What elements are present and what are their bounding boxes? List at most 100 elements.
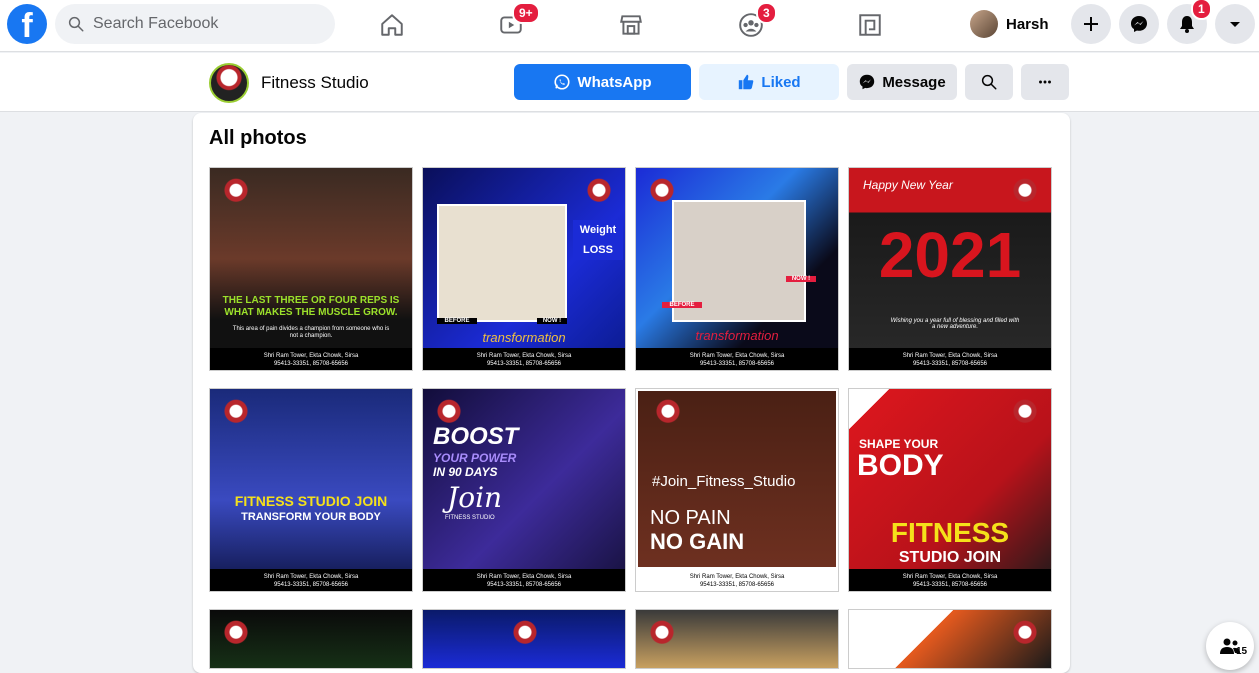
messenger-button[interactable] — [1119, 4, 1159, 44]
search-icon — [981, 74, 997, 90]
create-button[interactable] — [1071, 4, 1111, 44]
photo-footer: Shri Ram Tower, Ekta Chowk, Sirsa 95413-3… — [849, 569, 1051, 591]
whatsapp-button[interactable]: WhatsApp — [514, 64, 691, 100]
photo-subcaption: This area of pain divides a champion fro… — [232, 326, 390, 339]
fitness-studio-logo-icon — [1007, 174, 1043, 210]
search-box[interactable] — [55, 4, 335, 44]
more-options-button[interactable] — [1021, 64, 1069, 100]
phone-text: 95413-33351, 85708-65656 — [912, 361, 988, 367]
more-icon — [1039, 80, 1051, 84]
photo-caption: THE LAST THREE OR FOUR REPS IS WHAT MAKE… — [222, 295, 400, 318]
fitness-studio-logo-icon — [218, 616, 254, 652]
photo-caption: FITNESS STUDIO JOIN — [234, 493, 388, 509]
notifications-button[interactable]: 1 — [1167, 0, 1212, 44]
profile-name: Harsh — [1006, 15, 1049, 33]
profile-chip[interactable]: Harsh — [970, 8, 1059, 40]
plus-icon — [1084, 17, 1098, 31]
photo-tile[interactable] — [209, 609, 413, 669]
photo-subcaption: TRANSFORM YOUR BODY — [241, 511, 381, 523]
photo-line3: IN 90 DAYS — [433, 465, 498, 479]
fitness-studio-logo-icon — [218, 395, 254, 431]
photo-tile[interactable] — [848, 609, 1052, 669]
marketplace-nav-icon[interactable] — [616, 10, 646, 40]
photo-tile[interactable] — [422, 609, 626, 669]
caret-down-icon — [1230, 22, 1240, 27]
gaming-nav-icon[interactable] — [855, 10, 885, 40]
all-photos-card: All photos THE LAST THREE OR FOUR REPS I… — [193, 113, 1070, 673]
photo-tile[interactable]: BOOST YOUR POWER IN 90 DAYS Join FITNESS… — [422, 388, 626, 592]
page-name[interactable]: Fitness Studio — [261, 73, 369, 93]
before-after-photo — [437, 204, 567, 322]
watch-badge: 9+ — [512, 2, 540, 24]
photo-subcaption-2: FITNESS STUDIO — [445, 515, 495, 521]
phone-text: 95413-33351, 85708-65656 — [273, 582, 349, 588]
address-text: Shri Ram Tower, Ekta Chowk, Sirsa — [263, 574, 359, 580]
new-message-button[interactable]: 15 — [1206, 622, 1254, 670]
photo-tile[interactable] — [635, 609, 839, 669]
photo-footer: Shri Ram Tower, Ekta Chowk, Sirsa 95413-3… — [636, 569, 838, 591]
photo-tile[interactable]: Weight LOSS BEFORE NOW ! transformation … — [422, 167, 626, 371]
message-button[interactable]: Message — [847, 64, 957, 100]
facebook-logo-icon[interactable]: f — [7, 4, 47, 44]
photo-footer: Shri Ram Tower, Ekta Chowk, Sirsa 95413-3… — [423, 348, 625, 370]
photo-grid: THE LAST THREE OR FOUR REPS IS WHAT MAKE… — [209, 167, 1053, 669]
phone-text: 95413-33351, 85708-65656 — [486, 582, 562, 588]
photo-subcaption: Join — [447, 481, 503, 514]
photo-caption: transformation — [695, 328, 779, 343]
address-text: Shri Ram Tower, Ekta Chowk, Sirsa — [476, 353, 572, 359]
phone-text: 95413-33351, 85708-65656 — [912, 582, 988, 588]
liked-label: Liked — [761, 73, 801, 91]
photo-tile[interactable]: BEFORE NOW ! transformation Shri Ram Tow… — [635, 167, 839, 371]
photo-footer: Shri Ram Tower, Ekta Chowk, Sirsa 95413-3… — [210, 569, 412, 591]
fitness-studio-logo-icon — [1007, 395, 1043, 431]
account-menu-button[interactable] — [1215, 4, 1255, 44]
photo-tile[interactable]: FITNESS STUDIO JOIN TRANSFORM YOUR BODY … — [209, 388, 413, 592]
photo-caption: #Join_Fitness_Studio — [652, 473, 796, 490]
liked-button[interactable]: Liked — [699, 64, 839, 100]
photo-tile[interactable]: THE LAST THREE OR FOUR REPS IS WHAT MAKE… — [209, 167, 413, 371]
phone-text: 95413-33351, 85708-65656 — [699, 582, 775, 588]
photo-footer: Shri Ram Tower, Ekta Chowk, Sirsa 95413-3… — [636, 348, 838, 370]
photo-footer: Shri Ram Tower, Ekta Chowk, Sirsa 95413-3… — [423, 569, 625, 591]
address-text: Shri Ram Tower, Ekta Chowk, Sirsa — [902, 353, 998, 359]
fitness-studio-logo-icon — [1007, 616, 1043, 652]
phone-text: 95413-33351, 85708-65656 — [486, 361, 562, 367]
page-header-bar: Fitness Studio WhatsApp Liked Message — [0, 53, 1259, 112]
phone-text: 95413-33351, 85708-65656 — [273, 361, 349, 367]
photo-line2: NO PAIN — [650, 507, 731, 529]
photo-caption: BOOST — [433, 423, 519, 450]
notifications-badge: 1 — [1191, 0, 1212, 20]
photo-subcaption: Wishing you a year full of blessing and … — [890, 318, 1020, 330]
fitness-studio-logo-icon — [507, 616, 543, 652]
phone-text: 95413-33351, 85708-65656 — [699, 361, 775, 367]
home-nav-icon[interactable] — [377, 10, 407, 40]
thumbs-up-icon — [739, 74, 754, 90]
photo-line3: FITNESS — [890, 517, 1010, 548]
page-search-button[interactable] — [965, 64, 1013, 100]
avatar — [970, 10, 998, 38]
groups-nav-icon[interactable]: 3 — [736, 2, 777, 40]
photo-subcaption: transformation — [482, 330, 566, 345]
now-label: NOW ! — [786, 276, 816, 282]
whatsapp-icon — [554, 74, 570, 90]
photo-tile[interactable]: Happy New Year 2021 Wishing you a year f… — [848, 167, 1052, 371]
photo-line3: NO GAIN — [650, 529, 745, 554]
watch-nav-icon[interactable]: 9+ — [496, 2, 540, 40]
photo-caption: Weight LOSS — [573, 220, 623, 260]
online-count: 15 — [1236, 646, 1248, 657]
photo-line2: YOUR POWER — [433, 451, 517, 465]
fitness-studio-logo-icon — [581, 174, 617, 210]
address-text: Shri Ram Tower, Ekta Chowk, Sirsa — [689, 574, 785, 580]
address-text: Shri Ram Tower, Ekta Chowk, Sirsa — [476, 574, 572, 580]
messenger-icon — [1131, 16, 1147, 32]
fitness-studio-logo-icon — [644, 616, 680, 652]
photo-tile[interactable]: #Join_Fitness_Studio NO PAIN NO GAIN Shr… — [635, 388, 839, 592]
section-title: All photos — [209, 127, 307, 149]
photo-caption: Happy New Year — [863, 178, 953, 192]
search-input[interactable] — [93, 15, 313, 33]
year-text: 2021 — [878, 219, 1022, 291]
page-avatar[interactable] — [209, 63, 249, 103]
whatsapp-label: WhatsApp — [577, 73, 652, 91]
message-label: Message — [882, 73, 946, 91]
photo-tile[interactable]: SHAPE YOUR BODY FITNESS STUDIO JOIN Shri… — [848, 388, 1052, 592]
